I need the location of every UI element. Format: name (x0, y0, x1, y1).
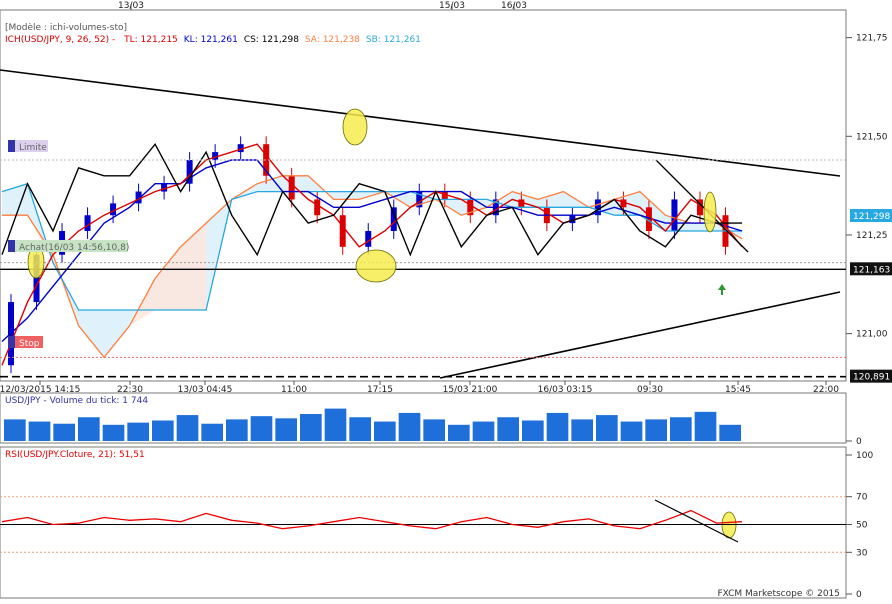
volume-bar (670, 417, 692, 441)
time-label: 17:15 (367, 385, 393, 395)
price-box-label: 121,163 (853, 265, 890, 275)
volume-bar (522, 420, 544, 441)
stop-label-group: Stop (8, 336, 43, 349)
rsi-tick-label: 50 (856, 521, 868, 531)
buy-label-group: Achat(16/03 14:56,10,8) (8, 240, 129, 253)
highlight-ellipse (355, 249, 397, 283)
top-date-bar: 13/03 15/03 16/03 (0, 1, 846, 11)
candle-body (288, 175, 295, 200)
time-label: 15:45 (725, 385, 751, 395)
volume-bar (546, 412, 569, 441)
ichimoku-legend: ICH(USD/JPY, 9, 26, 52) - TL: 121,215 KL:… (5, 35, 421, 45)
time-label: 22:00 (813, 385, 839, 395)
time-label: 22:30 (117, 385, 143, 395)
footer-credit: FXCM Marketscope © 2015 (717, 589, 840, 599)
ichimoku-legend-item: KL: 121,261 (184, 35, 238, 45)
y-tick-label: 121,25 (856, 231, 888, 241)
time-label: 11:00 (281, 385, 307, 395)
volume-bar (152, 420, 174, 441)
volume-bar (398, 412, 421, 441)
candle-body (365, 231, 372, 247)
volume-bar (497, 417, 519, 441)
rsi-tick-label: 70 (856, 493, 868, 503)
volume-title: USD/JPY - Volume du tick: 1 744 (5, 396, 148, 406)
volume-bar (349, 417, 371, 441)
volume-bar (324, 408, 347, 441)
highlight-ellipse (703, 191, 717, 233)
volume-bar (102, 424, 125, 441)
chart-window: 13/03 15/03 16/03 121,75 121,50 121,25 121,00… (0, 0, 892, 600)
volume-bar (275, 418, 297, 441)
volume-bar (472, 421, 495, 441)
volume-bar (719, 424, 741, 441)
buy-label: Achat(16/03 14:56,10,8) (19, 243, 129, 253)
time-label: 16/03 03:15 (538, 385, 593, 395)
limit-label: Limite (19, 143, 47, 153)
price-box-label: 120,891 (853, 373, 890, 383)
time-label: 15/03 21:00 (443, 385, 498, 395)
volume-bar (78, 417, 100, 441)
top-date-label: 13/03 (118, 1, 144, 11)
candle-body (671, 199, 678, 232)
volume-bar (620, 421, 643, 441)
rsi-tick-label: 100 (856, 451, 873, 461)
candle-body (314, 199, 321, 216)
rsi-tick-label: 30 (856, 548, 868, 558)
volume-bar (201, 423, 223, 441)
volume-bar (250, 416, 273, 441)
y-tick-label: 121,75 (856, 34, 888, 44)
time-label: 13/03 04:45 (178, 385, 233, 395)
volume-bar (226, 419, 248, 441)
ichimoku-legend-prefix: ICH(USD/JPY, 9, 26, 52) - (5, 35, 115, 45)
volume-bar (694, 411, 717, 441)
volume-bar (596, 415, 618, 441)
ichimoku-legend-item: SA: 121,238 (305, 35, 360, 45)
y-tick-label: 121,50 (856, 132, 888, 142)
chart-svg[interactable]: 13/03 15/03 16/03 121,75 121,50 121,25 121,00… (0, 0, 892, 600)
price-box-label: 121,298 (853, 212, 890, 222)
candle-body (84, 215, 91, 232)
top-date-label: 15/03 (439, 1, 465, 11)
volume-bar (374, 421, 396, 441)
volume-bar (645, 419, 667, 441)
ichimoku-legend-item: TL: 121,215 (123, 35, 178, 45)
volume-bar (423, 419, 445, 441)
highlight-ellipse (342, 108, 368, 146)
volume-bar (448, 424, 470, 441)
model-label: [Modèle : ichi-volumes-sto] (5, 22, 127, 33)
candle-body (339, 215, 346, 247)
volume-bar (28, 421, 51, 441)
limit-label-group: Limite (8, 140, 48, 153)
stop-label: Stop (19, 339, 40, 349)
volume-bar (300, 414, 322, 441)
volume-bar (176, 415, 199, 441)
ichimoku-legend-item: SB: 121,261 (366, 35, 421, 45)
volume-bar (4, 419, 26, 441)
gridlines: 121,75 121,50 121,25 121,00 (846, 34, 888, 340)
ichimoku-legend-item: CS: 121,298 (244, 35, 299, 45)
y-tick-label: 121,00 (856, 330, 888, 340)
volume-bar (127, 422, 149, 441)
volume-bar (571, 419, 593, 441)
volume-tick-label: 0 (856, 437, 862, 447)
volume-bar (53, 423, 75, 441)
rsi-tick-label: 0 (856, 590, 862, 600)
rsi-title: RSI(USD/JPY.Cloture, 21): 51,51 (5, 450, 145, 460)
top-date-label: 16/03 (501, 1, 527, 11)
time-label: 12/03/2015 14:15 (0, 385, 80, 395)
time-label: 09:30 (637, 385, 663, 395)
